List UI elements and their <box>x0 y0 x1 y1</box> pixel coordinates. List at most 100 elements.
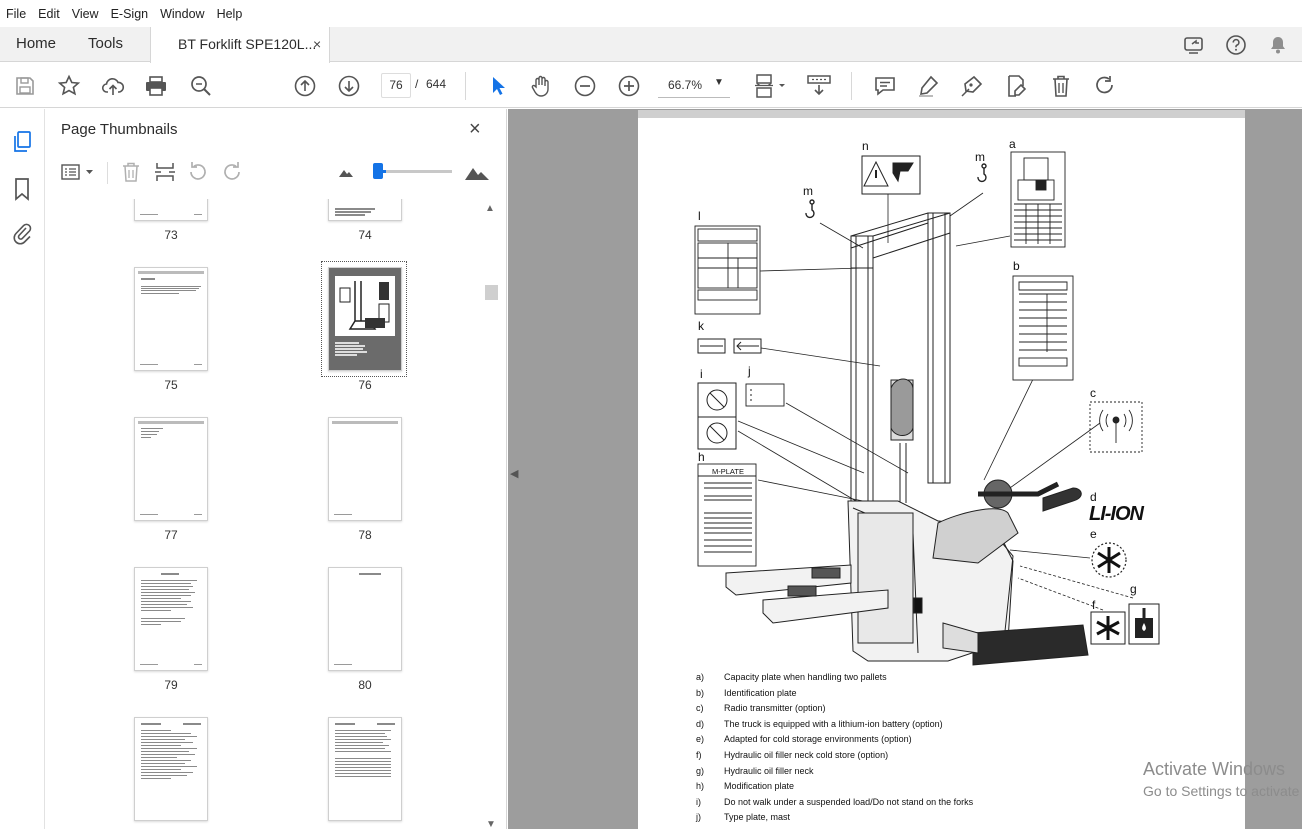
tab-tools[interactable]: Tools <box>88 35 123 52</box>
thumbnail-options-menu-icon[interactable] <box>59 161 97 183</box>
page-thumbnail[interactable] <box>134 267 208 371</box>
sign-pen-icon[interactable] <box>959 73 985 99</box>
legend-item: j) Type plate, mast <box>696 812 973 828</box>
rotate-clockwise-icon[interactable] <box>220 161 244 183</box>
zoom-in-icon[interactable] <box>616 73 642 99</box>
thumbnail-page-number: 78 <box>358 528 372 542</box>
page-number-input[interactable]: 76 <box>381 73 411 98</box>
callout-k: k <box>698 319 704 333</box>
hand-tool-icon[interactable] <box>528 73 554 99</box>
thumbnail-page-number: 74 <box>358 228 372 242</box>
menu-edit[interactable]: Edit <box>38 7 60 21</box>
page-thumbnail[interactable] <box>134 417 208 521</box>
redo-rotate-icon[interactable] <box>1092 73 1118 99</box>
tab-close-button[interactable]: × <box>313 36 321 52</box>
legend-text: Modification plate <box>724 781 795 792</box>
callout-g: g <box>1130 582 1137 596</box>
menu-esign[interactable]: E-Sign <box>111 7 149 21</box>
callout-n: n <box>862 139 869 153</box>
menu-file[interactable]: File <box>6 7 26 21</box>
legend-text: Radio transmitter (option) <box>724 703 826 714</box>
legend-item: b) Identification plate <box>696 688 973 704</box>
collapse-panel-arrow-icon[interactable]: ◀ <box>510 467 522 485</box>
callout-b: b <box>1013 259 1020 273</box>
menu-help[interactable]: Help <box>217 7 243 21</box>
previous-page-icon[interactable] <box>292 73 318 99</box>
panel-title: Page Thumbnails <box>61 121 178 138</box>
thumbnail-grid: 73 74 75 76 77 78 79 80 <box>60 199 484 829</box>
page-header-band <box>638 110 1245 118</box>
tab-home[interactable]: Home <box>16 35 56 52</box>
thumbnail-page-number: 73 <box>164 228 178 242</box>
page-thumbnails-icon[interactable] <box>10 130 34 154</box>
scroll-mode-icon[interactable] <box>806 73 832 99</box>
m-plate-label: M-PLATE <box>712 467 744 476</box>
search-zoom-icon[interactable] <box>188 73 214 99</box>
legend-key: e) <box>696 734 705 745</box>
menu-window[interactable]: Window <box>160 7 204 21</box>
legend-item: h) Modification plate <box>696 781 973 797</box>
legend-key: f) <box>696 749 702 760</box>
callout-f: f <box>1092 598 1096 612</box>
next-page-icon[interactable] <box>336 73 362 99</box>
page-thumbnail[interactable] <box>134 567 208 671</box>
page-thumbnails-panel: Page Thumbnails × 73 74 75 76 77 78 79 8… <box>45 109 507 829</box>
legend-text: Hydraulic oil filler neck cold store (op… <box>724 749 889 760</box>
legend-text: Hydraulic oil filler neck <box>724 765 814 776</box>
delete-trash-icon[interactable] <box>1048 73 1074 99</box>
help-icon[interactable] <box>1224 33 1248 57</box>
zoom-level-dropdown[interactable]: 66.7% ▼ <box>658 73 730 98</box>
tab-document[interactable]: BT Forklift SPE120L... × <box>150 27 330 63</box>
left-navigation-rail <box>0 109 45 829</box>
legend-key: b) <box>696 687 705 698</box>
thumbnail-size-slider-handle[interactable] <box>373 163 383 179</box>
rotate-counterclockwise-icon[interactable] <box>186 161 210 183</box>
page-thumbnail[interactable] <box>328 417 402 521</box>
share-screen-icon[interactable] <box>1182 33 1206 57</box>
print-icon[interactable] <box>143 73 169 99</box>
bookmark-star-icon[interactable] <box>56 73 82 99</box>
page-thumbnail-selected[interactable] <box>328 267 402 371</box>
save-icon[interactable] <box>12 73 38 99</box>
legend-text: The truck is equipped with a lithium-ion… <box>724 718 943 729</box>
legend-text: Identification plate <box>724 687 797 698</box>
insert-page-icon[interactable] <box>153 161 177 183</box>
thumbnail-size-slider-track[interactable] <box>378 170 452 173</box>
legend-key: g) <box>696 765 705 776</box>
scroll-down-arrow-icon[interactable]: ▼ <box>486 819 496 829</box>
legend-text: Adapted for cold storage environments (o… <box>724 734 912 745</box>
page-thumbnail[interactable] <box>328 199 402 221</box>
legend-item: g) Hydraulic oil filler neck <box>696 766 973 782</box>
main-toolbar: 76 / 644 66.7% ▼ <box>0 63 1302 108</box>
select-cursor-icon[interactable] <box>485 73 511 99</box>
page-thumbnail[interactable] <box>328 567 402 671</box>
callout-i: i <box>700 367 703 381</box>
page-thumbnail[interactable] <box>134 199 208 221</box>
page-thumbnail[interactable] <box>134 717 208 821</box>
legend-item: f) Hydraulic oil filler neck cold store (… <box>696 750 973 766</box>
toolbar-divider <box>851 72 852 100</box>
thumbnail-scrollbar-thumb[interactable] <box>485 285 498 300</box>
page-thumbnail[interactable] <box>328 717 402 821</box>
highlight-pen-icon[interactable] <box>915 73 941 99</box>
windows-activation-watermark: Activate Windows <box>1143 759 1286 779</box>
page-fit-icon[interactable] <box>752 73 788 99</box>
callout-a: a <box>1009 137 1016 151</box>
callout-l: l <box>698 209 701 223</box>
legend-key: a) <box>696 672 705 682</box>
large-thumbnail-mountain-icon[interactable] <box>463 161 491 183</box>
small-thumbnail-mountain-icon[interactable] <box>337 161 355 183</box>
delete-page-icon[interactable] <box>119 161 143 183</box>
edit-document-icon[interactable] <box>1003 73 1029 99</box>
menu-view[interactable]: View <box>72 7 99 21</box>
comment-icon[interactable] <box>872 73 898 99</box>
panel-close-button[interactable]: × <box>469 118 481 141</box>
legend-item: c) Radio transmitter (option) <box>696 703 973 719</box>
zoom-out-icon[interactable] <box>572 73 598 99</box>
thumbnail-page-number: 80 <box>358 678 372 692</box>
notification-bell-icon[interactable] <box>1266 33 1290 57</box>
callout-j: j <box>748 364 751 378</box>
upload-cloud-icon[interactable] <box>100 73 126 99</box>
bookmarks-icon[interactable] <box>10 177 34 201</box>
attachments-paperclip-icon[interactable] <box>10 221 34 245</box>
